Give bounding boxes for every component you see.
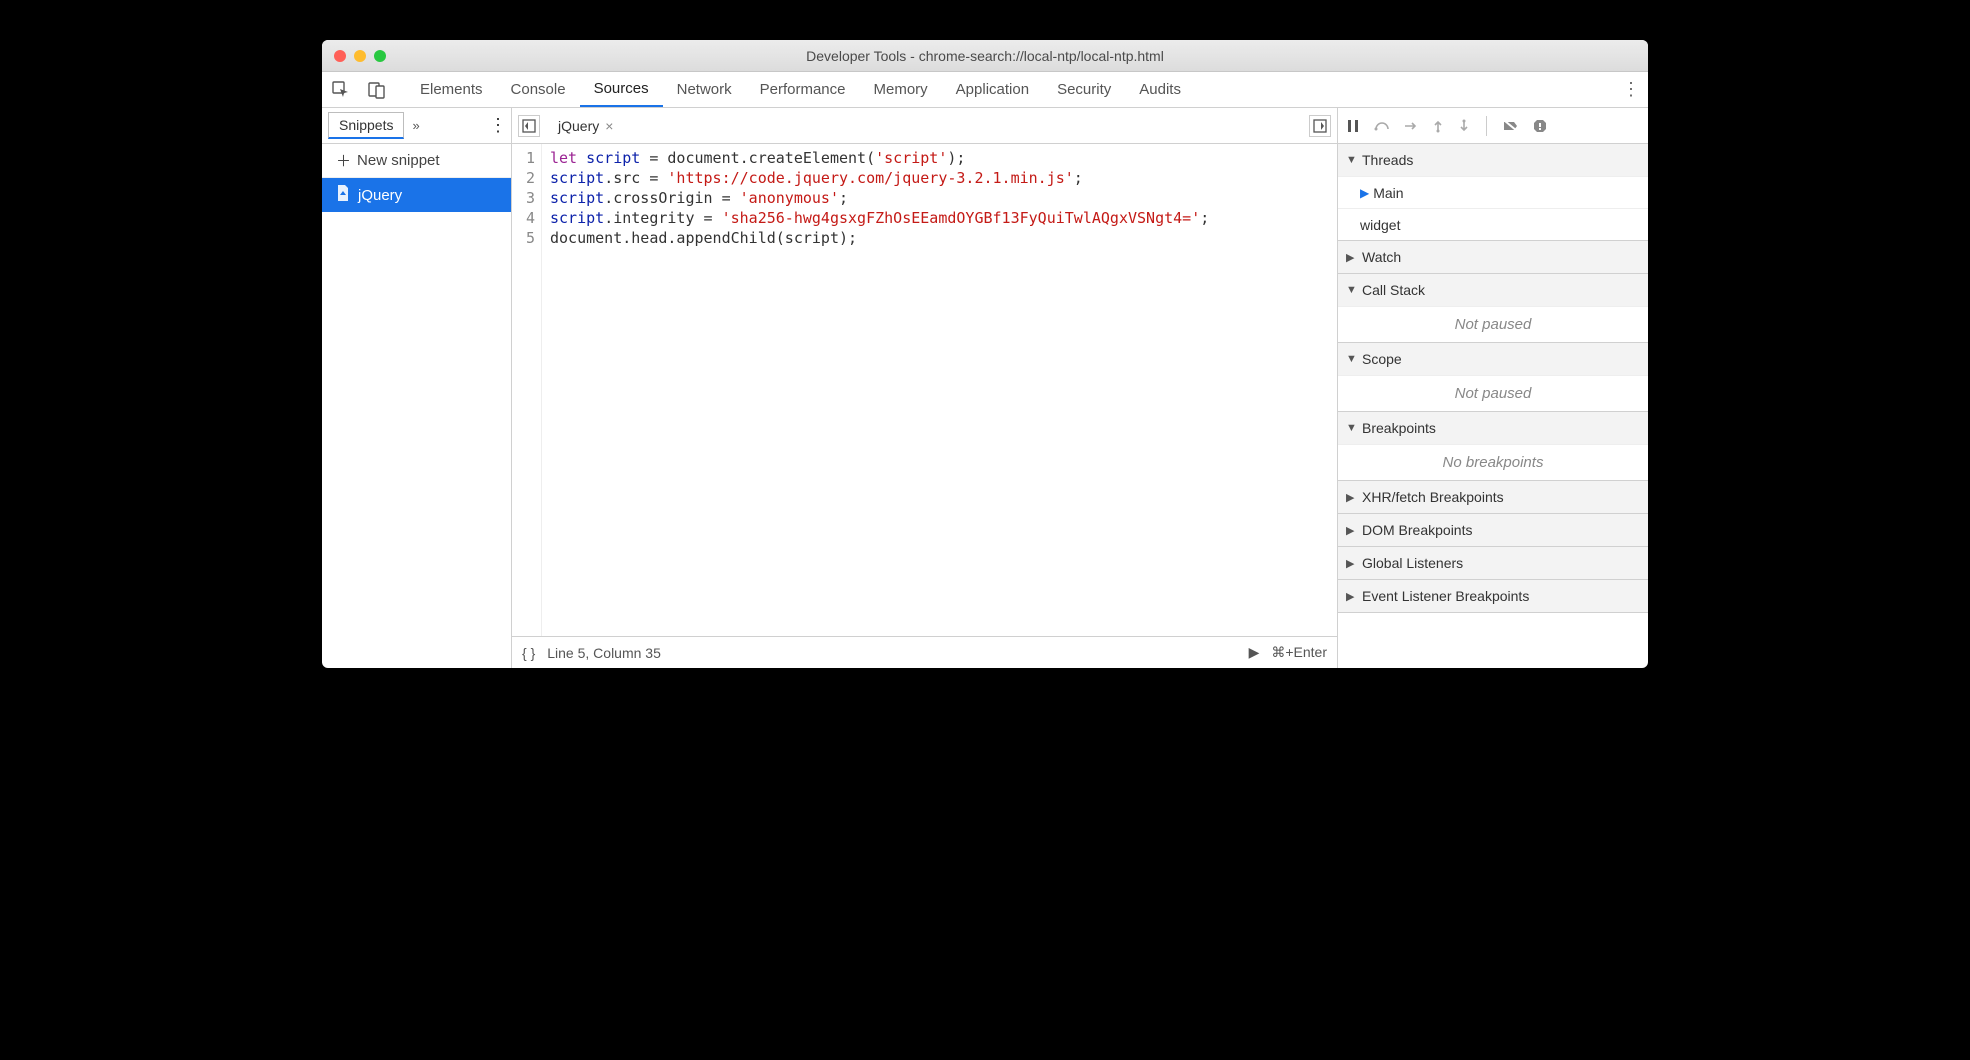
pretty-print-icon[interactable]: { } <box>522 645 535 661</box>
section-xhr-fetch-breakpoints[interactable]: ▶ XHR/fetch Breakpoints <box>1338 481 1648 513</box>
new-snippet-button[interactable]: ＋ New snippet <box>322 144 511 178</box>
section-threads[interactable]: ▼ Threads <box>1338 144 1648 176</box>
pause-icon[interactable] <box>1346 119 1360 133</box>
chevron-down-icon: ▼ <box>1346 154 1358 166</box>
section-placeholder: No breakpoints <box>1338 444 1648 480</box>
section-label: Watch <box>1362 249 1401 265</box>
tab-memory[interactable]: Memory <box>860 72 942 107</box>
snippet-file-label: jQuery <box>358 187 402 204</box>
section-label: Threads <box>1362 152 1413 168</box>
step-over-icon[interactable] <box>1374 119 1390 133</box>
new-snippet-label: New snippet <box>357 152 440 169</box>
close-tab-icon[interactable]: × <box>605 118 613 134</box>
section-scope[interactable]: ▼ Scope <box>1338 343 1648 375</box>
section-label: XHR/fetch Breakpoints <box>1362 489 1504 505</box>
section-event-listener-breakpoints[interactable]: ▶ Event Listener Breakpoints <box>1338 580 1648 612</box>
code-editor[interactable]: 12345 let script = document.createElemen… <box>512 144 1337 636</box>
chevron-right-icon: ▶ <box>1346 491 1358 504</box>
section-label: Call Stack <box>1362 282 1425 298</box>
tab-network[interactable]: Network <box>663 72 746 107</box>
pause-exceptions-icon[interactable] <box>1533 119 1547 133</box>
plus-icon: ＋ <box>336 150 351 171</box>
debugger-toolbar <box>1338 108 1648 144</box>
section-label: Global Listeners <box>1362 555 1463 571</box>
tab-elements[interactable]: Elements <box>406 72 497 107</box>
snippet-file-item[interactable]: jQuery <box>322 178 511 212</box>
chevron-down-icon: ▼ <box>1346 422 1358 434</box>
tab-security[interactable]: Security <box>1043 72 1125 107</box>
section-label: DOM Breakpoints <box>1362 522 1472 538</box>
section-label: Breakpoints <box>1362 420 1436 436</box>
editor-pane: jQuery × 12345 let script = document.cre… <box>512 108 1338 668</box>
active-thread-icon: ▶ <box>1360 186 1369 200</box>
chevron-down-icon: ▼ <box>1346 284 1358 296</box>
editor-file-label: jQuery <box>558 118 599 134</box>
snippet-file-icon <box>336 185 350 205</box>
chevron-right-icon: ▶ <box>1346 524 1358 537</box>
section-label: Scope <box>1362 351 1402 367</box>
tab-sources[interactable]: Sources <box>580 72 663 107</box>
navigator-pane: Snippets » ⋮ ＋ New snippet jQuery <box>322 108 512 668</box>
section-placeholder: Not paused <box>1338 375 1648 411</box>
thread-item[interactable]: ▶Main <box>1338 176 1648 208</box>
chevron-right-icon: ▶ <box>1346 590 1358 603</box>
close-icon[interactable] <box>334 50 346 62</box>
toggle-navigator-icon[interactable] <box>518 115 540 137</box>
section-placeholder: Not paused <box>1338 306 1648 342</box>
tab-console[interactable]: Console <box>497 72 580 107</box>
maximize-icon[interactable] <box>374 50 386 62</box>
sidebar-menu-icon[interactable]: ⋮ <box>489 115 505 136</box>
device-toggle-icon[interactable] <box>368 81 386 99</box>
section-watch[interactable]: ▶ Watch <box>1338 241 1648 273</box>
run-shortcut-label: ⌘+Enter <box>1271 644 1327 661</box>
main-toolbar: ElementsConsoleSourcesNetworkPerformance… <box>322 72 1648 108</box>
chevron-right-icon: ▶ <box>1346 557 1358 570</box>
deactivate-breakpoints-icon[interactable] <box>1503 119 1519 133</box>
editor-statusbar: { } Line 5, Column 35 ▶ ⌘+Enter <box>512 636 1337 668</box>
chevron-down-icon: ▼ <box>1346 353 1358 365</box>
more-tabs-icon[interactable]: » <box>412 118 419 133</box>
section-call-stack[interactable]: ▼ Call Stack <box>1338 274 1648 306</box>
tab-audits[interactable]: Audits <box>1125 72 1195 107</box>
snippets-tab[interactable]: Snippets <box>328 112 404 139</box>
devtools-window: Developer Tools - chrome-search://local-… <box>322 40 1648 668</box>
step-icon[interactable] <box>1458 119 1470 133</box>
cursor-position: Line 5, Column 35 <box>547 645 661 661</box>
toolbar-menu-icon[interactable]: ⋮ <box>1622 79 1638 100</box>
minimize-icon[interactable] <box>354 50 366 62</box>
tab-performance[interactable]: Performance <box>746 72 860 107</box>
thread-item[interactable]: widget <box>1338 208 1648 240</box>
run-snippet-icon[interactable]: ▶ <box>1249 644 1260 661</box>
section-breakpoints[interactable]: ▼ Breakpoints <box>1338 412 1648 444</box>
section-label: Event Listener Breakpoints <box>1362 588 1529 604</box>
step-into-icon[interactable] <box>1404 119 1418 133</box>
section-dom-breakpoints[interactable]: ▶ DOM Breakpoints <box>1338 514 1648 546</box>
chevron-right-icon: ▶ <box>1346 251 1358 264</box>
tab-application[interactable]: Application <box>942 72 1043 107</box>
section-global-listeners[interactable]: ▶ Global Listeners <box>1338 547 1648 579</box>
inspect-element-icon[interactable] <box>332 81 350 99</box>
titlebar: Developer Tools - chrome-search://local-… <box>322 40 1648 72</box>
editor-file-tab[interactable]: jQuery × <box>550 116 621 136</box>
window-title: Developer Tools - chrome-search://local-… <box>322 48 1648 64</box>
toggle-debugger-icon[interactable] <box>1309 115 1331 137</box>
debugger-pane: ▼ Threads ▶Mainwidget ▶ Watch ▼ Call Stack Not … <box>1338 108 1648 668</box>
step-out-icon[interactable] <box>1432 119 1444 133</box>
